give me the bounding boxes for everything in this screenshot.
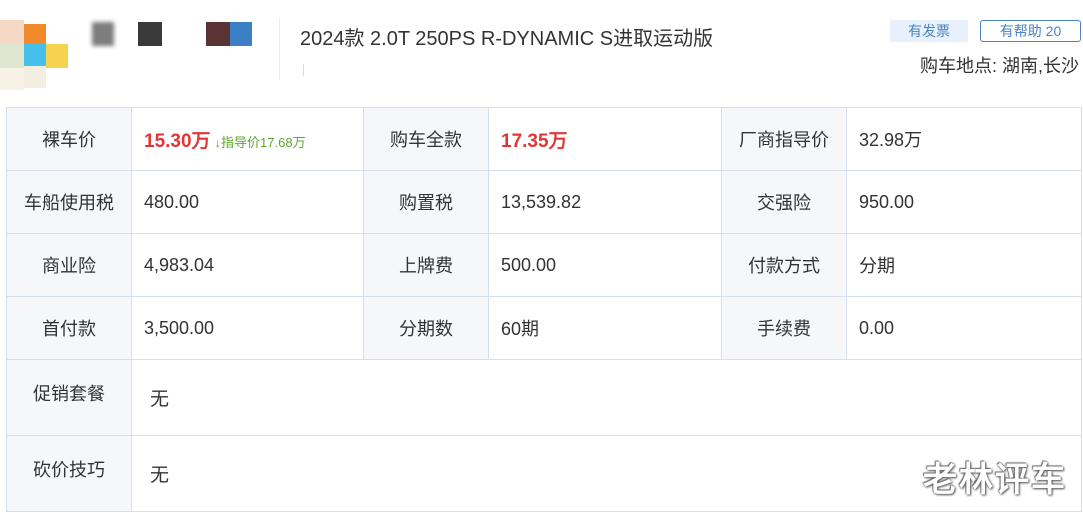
handling-fee-label: 手续费 (721, 296, 847, 360)
full-price-label: 购车全款 (363, 107, 489, 171)
full-price-value: 17.35万 (501, 130, 568, 152)
commercial-insurance-label: 商业险 (6, 233, 132, 297)
handling-fee-value: 0.00 (846, 296, 1082, 360)
invoice-badge: 有发票 (890, 20, 968, 42)
table-row: 裸车价 15.30万 ↓指导价17.68万 购车全款 17.35万 厂商指导价 3… (6, 107, 1082, 171)
msrp-label: 厂商指导价 (721, 107, 847, 171)
price-report-page: 2024款 2.0T 250PS R-DYNAMIC S进取运动版 有发票 有帮… (0, 0, 1083, 519)
down-payment-value: 3,500.00 (131, 296, 364, 360)
commercial-insurance-value: 4,983.04 (131, 233, 364, 297)
car-model-title[interactable]: 2024款 2.0T 250PS R-DYNAMIC S进取运动版 (300, 22, 713, 51)
purchase-tax-label: 购置税 (363, 170, 489, 234)
installments-label: 分期数 (363, 296, 489, 360)
table-row: 砍价技巧 无 (6, 435, 1082, 512)
bargain-label: 砍价技巧 (6, 435, 132, 512)
full-price-cell: 17.35万 (488, 107, 722, 171)
down-payment-label: 首付款 (6, 296, 132, 360)
compulsory-insurance-value: 950.00 (846, 170, 1082, 234)
bare-price-value: 15.30万 (144, 130, 211, 152)
username-obscured (88, 22, 268, 48)
compulsory-insurance-label: 交强险 (721, 170, 847, 234)
header-divider (279, 18, 280, 80)
plate-fee-label: 上牌费 (363, 233, 489, 297)
guide-price-hint: ↓指导价17.68万 (214, 134, 306, 150)
payment-method-value: 分期 (846, 233, 1082, 297)
bare-price-cell: 15.30万 ↓指导价17.68万 (131, 107, 364, 171)
header-divider (303, 64, 304, 76)
table-row: 首付款 3,500.00 分期数 60期 手续费 0.00 (6, 296, 1082, 360)
msrp-value: 32.98万 (846, 107, 1082, 171)
report-header: 2024款 2.0T 250PS R-DYNAMIC S进取运动版 有发票 有帮… (0, 0, 1083, 104)
price-table: 裸车价 15.30万 ↓指导价17.68万 购车全款 17.35万 厂商指导价 3… (6, 107, 1082, 512)
installments-value: 60期 (488, 296, 722, 360)
bare-price-label: 裸车价 (6, 107, 132, 171)
vehicle-tax-label: 车船使用税 (6, 170, 132, 234)
table-row: 车船使用税 480.00 购置税 13,539.82 交强险 950.00 (6, 170, 1082, 234)
helpful-button[interactable]: 有帮助 20 (980, 20, 1081, 42)
avatar[interactable] (0, 20, 72, 92)
table-row: 促销套餐 无 (6, 359, 1082, 436)
table-row: 商业险 4,983.04 上牌费 500.00 付款方式 分期 (6, 233, 1082, 297)
vehicle-tax-value: 480.00 (131, 170, 364, 234)
purchase-tax-value: 13,539.82 (488, 170, 722, 234)
watermark: 老林评车 (923, 461, 1067, 499)
payment-method-label: 付款方式 (721, 233, 847, 297)
promo-label: 促销套餐 (6, 359, 132, 436)
buy-location: 购车地点: 湖南,长沙 (919, 56, 1079, 76)
promo-value: 无 (131, 359, 1082, 436)
plate-fee-value: 500.00 (488, 233, 722, 297)
